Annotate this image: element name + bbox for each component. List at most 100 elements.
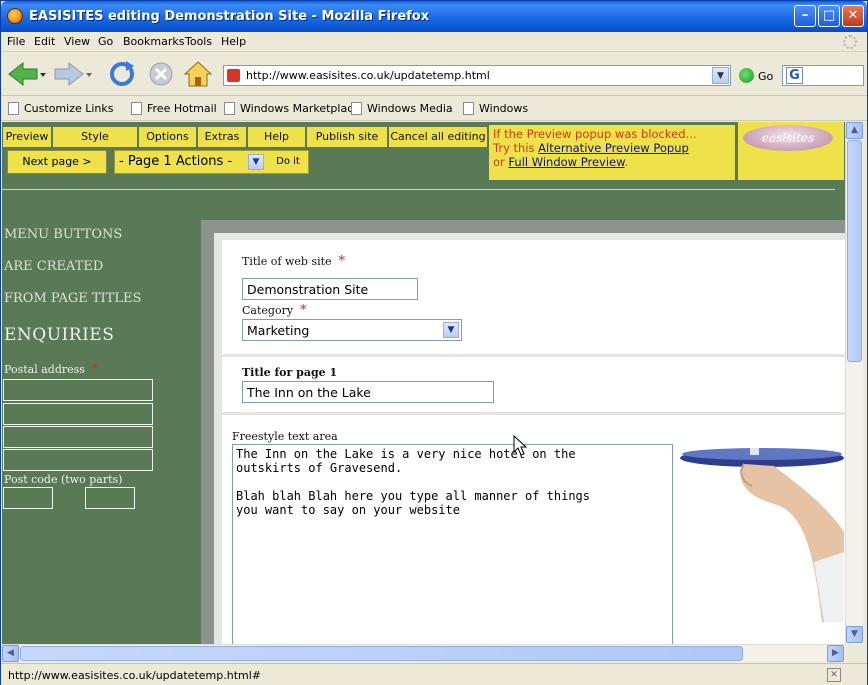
menu-help[interactable]: Help bbox=[221, 35, 246, 48]
extras-button[interactable]: Extras bbox=[197, 126, 247, 148]
help-button[interactable]: Help bbox=[247, 126, 306, 148]
category-select[interactable]: Marketing ▼ bbox=[242, 319, 462, 341]
minimize-button[interactable]: – bbox=[794, 5, 816, 27]
page-title-label: Title for page 1 bbox=[242, 366, 338, 379]
go-button[interactable]: Go bbox=[758, 70, 773, 83]
reload-icon[interactable] bbox=[108, 60, 136, 88]
forward-icon[interactable] bbox=[53, 60, 93, 88]
scroll-down-icon[interactable]: ▼ bbox=[846, 626, 863, 643]
required-mark: * bbox=[91, 362, 99, 377]
style-button[interactable]: Style bbox=[52, 126, 138, 148]
title-bar: EASISITES editing Demonstration Site - M… bbox=[1, 1, 867, 32]
preview-button[interactable]: Preview bbox=[2, 126, 52, 148]
menu-edit[interactable]: Edit bbox=[34, 35, 55, 48]
bookmark-label: Windows bbox=[479, 102, 529, 115]
chevron-down-icon[interactable]: ▼ bbox=[443, 322, 459, 338]
menu-file[interactable]: File bbox=[7, 35, 25, 48]
address-dropdown-icon[interactable]: ▼ bbox=[712, 67, 729, 84]
page-actions-select[interactable]: - Page 1 Actions - ▼ Do it bbox=[114, 150, 309, 174]
horizontal-scrollbar[interactable]: ◀ ▶ bbox=[2, 644, 845, 662]
bookmark-label: Free Hotmail bbox=[147, 102, 217, 115]
cancel-editing-button[interactable]: Cancel all editing bbox=[388, 126, 488, 148]
mouse-cursor-icon bbox=[513, 435, 528, 456]
back-icon[interactable] bbox=[7, 60, 47, 88]
scroll-up-icon[interactable]: ▲ bbox=[846, 122, 863, 139]
page-actions-value: - Page 1 Actions - bbox=[119, 154, 233, 169]
go-icon[interactable] bbox=[739, 68, 754, 83]
bookmark-label: Windows Marketplace bbox=[240, 102, 361, 115]
category-label-text: Category bbox=[242, 304, 294, 317]
vertical-scroll-thumb[interactable] bbox=[847, 140, 862, 362]
search-input[interactable]: G bbox=[782, 65, 864, 86]
site-title-label-text: Title of web site bbox=[242, 255, 332, 268]
postal-address-line3[interactable] bbox=[3, 426, 153, 448]
category-label: Category * bbox=[242, 303, 307, 318]
enquiries-heading[interactable]: ENQUIRIES bbox=[4, 325, 114, 345]
bookmark-item[interactable]: Windows Media bbox=[351, 102, 453, 115]
menu-go[interactable]: Go bbox=[98, 35, 113, 48]
next-page-button[interactable]: Next page > bbox=[7, 150, 107, 174]
logo-area: easisites bbox=[738, 122, 844, 180]
menu-tools[interactable]: Tools bbox=[185, 35, 212, 48]
stop-icon[interactable] bbox=[147, 60, 175, 88]
menu-buttons-item[interactable]: MENU BUTTONS bbox=[4, 227, 122, 242]
vertical-scrollbar[interactable]: ▲ ▼ bbox=[845, 122, 863, 644]
bookmarks-toolbar: Customize Links Free Hotmail Windows Mar… bbox=[1, 97, 867, 121]
menu-bar: File Edit View Go Bookmarks Tools Help bbox=[1, 32, 867, 52]
chevron-down-icon[interactable]: ▼ bbox=[248, 154, 264, 170]
easisites-logo: easisites bbox=[743, 125, 833, 151]
close-button[interactable]: ✕ bbox=[842, 5, 864, 27]
postcode-part1-field[interactable] bbox=[3, 487, 53, 509]
scroll-left-icon[interactable]: ◀ bbox=[2, 645, 19, 662]
do-it-button[interactable]: Do it bbox=[268, 152, 308, 172]
firefox-icon bbox=[7, 8, 23, 24]
freestyle-label: Freestyle text area bbox=[232, 430, 338, 443]
postcode-label: Post code (two parts) bbox=[4, 473, 123, 486]
postal-address-line1[interactable] bbox=[3, 379, 153, 401]
window-title: EASISITES editing Demonstration Site - M… bbox=[29, 9, 430, 24]
required-mark: * bbox=[338, 254, 346, 269]
bookmark-item[interactable]: Free Hotmail bbox=[131, 102, 217, 115]
bookmark-label: Customize Links bbox=[24, 102, 114, 115]
site-favicon-icon bbox=[227, 69, 240, 82]
postal-address-text: Postal address bbox=[4, 363, 85, 376]
menu-view[interactable]: View bbox=[64, 35, 90, 48]
category-value: Marketing bbox=[247, 323, 310, 338]
page-icon bbox=[351, 102, 362, 115]
full-window-preview-link[interactable]: Full Window Preview bbox=[508, 155, 624, 169]
status-bar: http://www.easisites.co.uk/updatetemp.ht… bbox=[1, 663, 867, 685]
site-title-input[interactable]: Demonstration Site bbox=[242, 278, 418, 300]
divider bbox=[2, 189, 835, 190]
postal-address-line2[interactable] bbox=[3, 403, 153, 425]
waiter-tray-image bbox=[680, 448, 844, 622]
publish-site-button[interactable]: Publish site bbox=[306, 126, 388, 148]
home-icon[interactable] bbox=[183, 60, 213, 88]
popup-note-line2: Try this bbox=[493, 141, 539, 155]
postal-address-label: Postal address * bbox=[4, 362, 98, 377]
site-title-label: Title of web site * bbox=[242, 254, 345, 269]
status-text: http://www.easisites.co.uk/updatetemp.ht… bbox=[8, 669, 261, 682]
editor-toolbar: Preview Style Options Extras Help Publis… bbox=[2, 122, 845, 198]
address-bar[interactable]: http://www.easisites.co.uk/updatetemp.ht… bbox=[223, 65, 731, 86]
are-created-item[interactable]: ARE CREATED bbox=[4, 259, 103, 274]
scroll-right-icon[interactable]: ▶ bbox=[827, 645, 844, 662]
freestyle-textarea[interactable]: The Inn on the Lake is a very nice hotel… bbox=[232, 444, 673, 644]
popup-blocked-icon[interactable]: ✕ bbox=[827, 668, 841, 682]
options-button[interactable]: Options bbox=[138, 126, 197, 148]
alternative-preview-link[interactable]: Alternative Preview Popup bbox=[538, 141, 689, 155]
bookmark-item[interactable]: Customize Links bbox=[8, 102, 114, 115]
menu-bookmarks[interactable]: Bookmarks bbox=[123, 35, 184, 48]
bookmark-item[interactable]: Windows Marketplace bbox=[224, 102, 360, 115]
navigation-toolbar: http://www.easisites.co.uk/updatetemp.ht… bbox=[1, 52, 867, 96]
postcode-part2-field[interactable] bbox=[85, 487, 135, 509]
page-icon bbox=[463, 102, 474, 115]
page-title-input[interactable]: The Inn on the Lake bbox=[242, 381, 494, 403]
browser-window: EASISITES editing Demonstration Site - M… bbox=[0, 0, 868, 685]
horizontal-scroll-thumb[interactable] bbox=[20, 646, 743, 661]
bookmark-item[interactable]: Windows bbox=[463, 102, 528, 115]
popup-note-line3: or bbox=[493, 155, 509, 169]
preview-popup-note: If the Preview popup was blocked... Try … bbox=[489, 125, 735, 180]
maximize-button[interactable]: □ bbox=[818, 5, 840, 27]
from-page-titles-item[interactable]: FROM PAGE TITLES bbox=[4, 291, 141, 306]
postal-address-line4[interactable] bbox=[3, 449, 153, 471]
